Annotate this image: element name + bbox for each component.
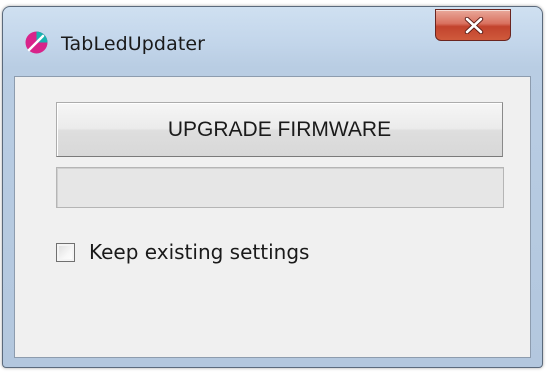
progress-bar bbox=[56, 167, 504, 208]
client-area: UPGRADE FIRMWARE Keep existing settings bbox=[14, 76, 531, 358]
upgrade-firmware-button[interactable]: UPGRADE FIRMWARE bbox=[56, 102, 503, 157]
close-icon bbox=[464, 17, 484, 34]
app-window: TabLedUpdater UPGRADE FIRMWARE Keep exis… bbox=[2, 6, 543, 368]
title-bar[interactable]: TabLedUpdater bbox=[3, 7, 542, 83]
close-button[interactable] bbox=[435, 9, 511, 41]
window-title: TabLedUpdater bbox=[61, 33, 206, 55]
keep-settings-checkbox[interactable] bbox=[56, 242, 75, 262]
keep-settings-label: Keep existing settings bbox=[89, 240, 310, 264]
keep-settings-option[interactable]: Keep existing settings bbox=[56, 238, 309, 266]
upgrade-firmware-label: UPGRADE FIRMWARE bbox=[167, 117, 392, 141]
app-icon bbox=[25, 31, 48, 54]
